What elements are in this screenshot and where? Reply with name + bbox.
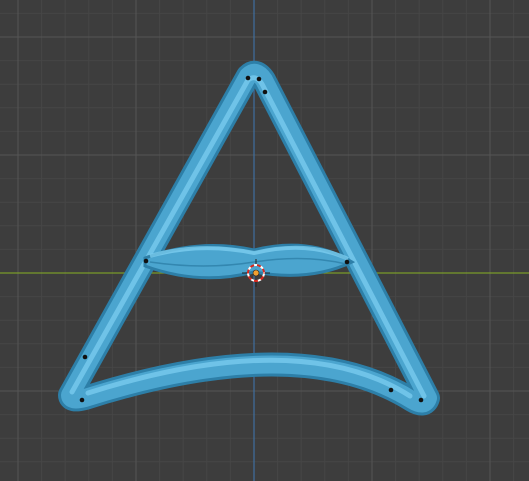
mesh-vertex[interactable] bbox=[344, 259, 350, 265]
mesh-vertex[interactable] bbox=[143, 258, 149, 264]
mesh-vertex[interactable] bbox=[256, 76, 262, 82]
3d-viewport[interactable] bbox=[0, 0, 529, 481]
viewport-canvas[interactable] bbox=[0, 0, 529, 481]
origin-point-icon bbox=[252, 269, 260, 277]
mesh-vertex[interactable] bbox=[388, 387, 394, 393]
mesh-vertex[interactable] bbox=[82, 354, 88, 360]
tube-highlight bbox=[69, 75, 427, 399]
mesh-vertex[interactable] bbox=[245, 75, 251, 81]
mesh-vertex[interactable] bbox=[418, 397, 424, 403]
mesh-vertex[interactable] bbox=[262, 89, 268, 95]
tube-mesh[interactable] bbox=[58, 60, 440, 416]
mesh-vertex[interactable] bbox=[79, 397, 85, 403]
tube-outline bbox=[58, 60, 440, 416]
